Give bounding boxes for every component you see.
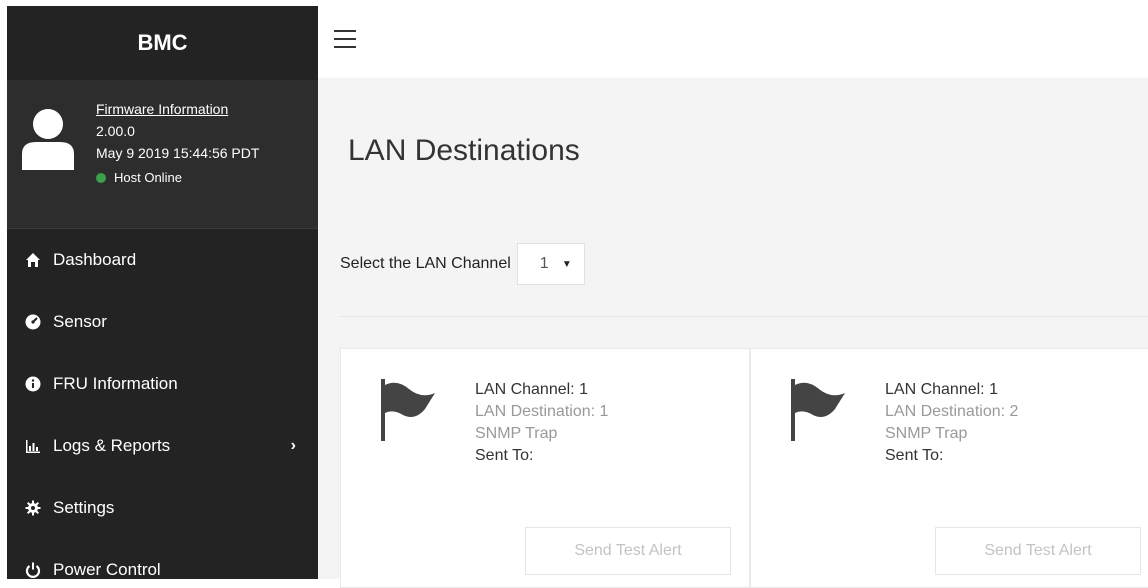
host-status: Host Online [96, 167, 259, 189]
send-test-alert-button[interactable]: Send Test Alert [525, 527, 731, 575]
sidebar-item-sensor[interactable]: Sensor [7, 291, 318, 353]
sidebar-item-settings[interactable]: Settings [7, 477, 318, 539]
sidebar-item-dashboard[interactable]: Dashboard [7, 229, 318, 291]
sent-to-text: Sent To: [475, 447, 534, 464]
lan-channel-select[interactable]: 1 ▼ [516, 243, 585, 285]
sidebar-item-label: FRU Information [53, 374, 178, 393]
sidebar-item-label: Logs & Reports [53, 436, 171, 455]
destination-info: LAN Channel: 1 LAN Destination: 1 SNMP T… [475, 379, 608, 467]
lan-channel-value: 1 [539, 255, 549, 272]
destination-type-text: SNMP Trap [475, 425, 558, 442]
firmware-build-date: May 9 2019 15:44:56 PDT [96, 145, 260, 161]
sidebar-item-power-control[interactable]: Power Control [7, 539, 318, 579]
page-title: LAN Destinations [348, 134, 580, 167]
chevron-right-icon: › [290, 437, 296, 454]
power-icon [25, 562, 41, 578]
top-bar [318, 6, 1148, 78]
hamburger-menu-icon[interactable] [334, 30, 356, 48]
user-avatar-icon [22, 109, 74, 170]
sidebar-item-fru-information[interactable]: FRU Information [7, 353, 318, 415]
sidebar-nav: Dashboard Sensor FRU Information Logs & … [7, 229, 318, 579]
sent-to-text: Sent To: [885, 447, 944, 464]
flag-icon [791, 379, 845, 441]
sidebar-item-label: Settings [53, 498, 115, 517]
flag-icon [381, 379, 435, 441]
lan-destination-text: LAN Destination: 1 [475, 403, 609, 420]
lan-destination-card: LAN Channel: 1 LAN Destination: 2 SNMP T… [750, 348, 1148, 588]
sidebar-item-logs-reports[interactable]: Logs & Reports › [7, 415, 318, 477]
send-test-alert-button[interactable]: Send Test Alert [935, 527, 1141, 575]
lan-channel-selector: Select the LAN Channel 1 ▼ [340, 243, 585, 285]
sidebar-item-label: Sensor [53, 312, 107, 331]
profile-panel: Firmware Information 2.00.0 May 9 2019 1… [7, 80, 318, 229]
firmware-information-link[interactable]: Firmware Information [96, 101, 228, 117]
lan-channel-label: Select the LAN Channel [340, 255, 511, 272]
sidebar: BMC Firmware Information 2.00.0 May 9 20… [7, 6, 318, 579]
home-icon [25, 252, 41, 268]
host-status-label: Host Online [114, 170, 182, 185]
firmware-info: Firmware Information 2.00.0 May 9 2019 1… [96, 98, 259, 189]
destination-info: LAN Channel: 1 LAN Destination: 2 SNMP T… [885, 379, 1018, 467]
bar-chart-icon [25, 438, 41, 454]
divider [340, 316, 1148, 317]
gauge-icon [25, 314, 41, 330]
dropdown-arrow-icon: ▼ [561, 258, 572, 270]
lan-channel-text: LAN Channel: 1 [885, 381, 998, 398]
info-icon [25, 376, 41, 392]
status-dot-icon [96, 173, 106, 183]
sidebar-item-label: Dashboard [53, 250, 137, 269]
lan-channel-text: LAN Channel: 1 [475, 381, 588, 398]
gear-icon [25, 500, 41, 516]
main-content: LAN Destinations Select the LAN Channel … [318, 78, 1148, 588]
firmware-version: 2.00.0 [96, 123, 135, 139]
destination-type-text: SNMP Trap [885, 425, 968, 442]
lan-destination-text: LAN Destination: 2 [885, 403, 1019, 420]
brand-title: BMC [137, 30, 188, 55]
sidebar-item-label: Power Control [53, 560, 161, 579]
lan-destination-card: LAN Channel: 1 LAN Destination: 1 SNMP T… [340, 348, 750, 588]
